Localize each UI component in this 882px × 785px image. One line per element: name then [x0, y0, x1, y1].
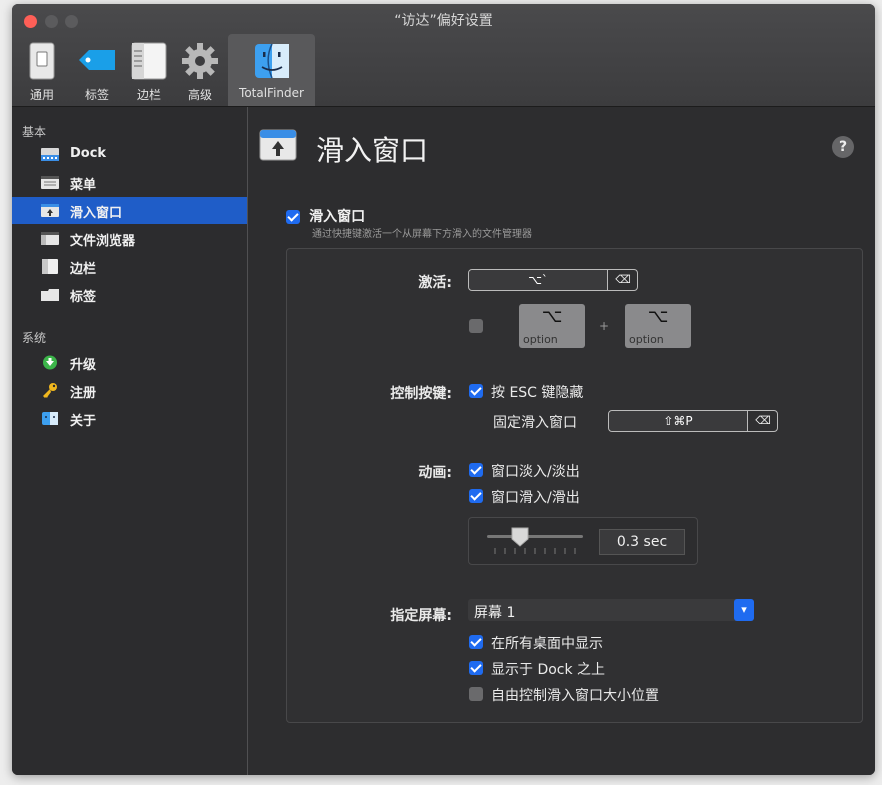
sidebar-icon: [42, 259, 58, 274]
toolbar-label: TotalFinder: [239, 86, 304, 100]
main-panel: 滑入窗口 ? 滑入窗口 通过快捷键激活一个从屏幕下方滑入的文件管理器 激活: ⌥…: [248, 107, 875, 775]
sidebar-item-tabs[interactable]: 标签: [12, 281, 247, 308]
general-switch-icon: [29, 42, 55, 80]
toolbar-tags[interactable]: 标签: [74, 34, 120, 106]
sidebar: 基本 Dock 菜单 滑入窗口 文件浏览器 边栏 标签 系统 升级 注册 关于: [12, 107, 248, 775]
sidebar-item-label: 文件浏览器: [70, 234, 136, 249]
key-icon: [43, 383, 57, 398]
duration-value-field[interactable]: 0.3 sec: [599, 529, 685, 555]
slide-checkbox[interactable]: [469, 489, 483, 503]
modifier-key-1[interactable]: ⌥ option: [519, 304, 585, 348]
window-title: “访达”偏好设置: [394, 13, 493, 29]
visor-window-icon: [41, 204, 59, 217]
duration-box: 0.3 sec: [468, 517, 698, 565]
activate-shortcut-field[interactable]: ⌥`: [469, 270, 608, 290]
control-keys-label: 控制按键:: [390, 386, 452, 402]
option-key-symbol: ⌥: [541, 306, 563, 327]
sidebar-icon: [131, 42, 167, 80]
chevron-down-icon[interactable]: ▾: [734, 599, 754, 621]
gear-icon: [182, 43, 218, 79]
option-key-label: option: [523, 333, 558, 346]
toolbar-label: 高级: [187, 88, 212, 102]
all-desktops-label: 在所有桌面中显示: [491, 636, 603, 652]
upgrade-icon: [43, 355, 57, 370]
slide-label: 窗口滑入/滑出: [491, 490, 580, 506]
plus-sign: +: [599, 319, 610, 333]
visor-description: 通过快捷键激活一个从屏幕下方滑入的文件管理器: [312, 229, 532, 240]
modifier-key-2[interactable]: ⌥ option: [625, 304, 691, 348]
sidebar-item-about[interactable]: 关于: [12, 405, 247, 432]
duration-slider-track[interactable]: [487, 535, 583, 538]
about-icon: [42, 412, 58, 425]
above-dock-checkbox[interactable]: [469, 661, 483, 675]
preferences-window: “访达”偏好设置 通用 标签 边栏 高级 TotalFinder 基本 Dock…: [12, 4, 875, 775]
titlebar: “访达”偏好设置 通用 标签 边栏 高级 TotalFinder: [12, 4, 875, 107]
pin-shortcut-field[interactable]: ⇧⌘P: [609, 411, 748, 431]
toolbar-sidebar[interactable]: 边栏: [128, 34, 170, 106]
double-tap-checkbox[interactable]: [469, 319, 483, 333]
sidebar-item-label: 边栏: [70, 262, 97, 277]
screen-select[interactable]: 屏幕 1 ▾: [468, 599, 754, 621]
screen-select-value: 屏幕 1: [474, 605, 516, 621]
toolbar-totalfinder[interactable]: TotalFinder: [228, 34, 315, 106]
sidebar-item-label: 滑入窗口: [70, 206, 123, 221]
page-title: 滑入窗口: [316, 134, 429, 167]
tab-folder-icon: [41, 289, 59, 301]
checkbox-checked[interactable]: [286, 209, 300, 224]
esc-hide-checkbox[interactable]: [469, 384, 483, 398]
sidebar-item-sidebar[interactable]: 边栏: [12, 253, 247, 280]
toolbar-label: 通用: [29, 88, 54, 102]
sidebar-item-menu[interactable]: 菜单: [12, 169, 247, 196]
sidebar-item-register[interactable]: 注册: [12, 377, 247, 404]
sidebar-item-browser[interactable]: 文件浏览器: [12, 225, 247, 252]
sidebar-item-label: 升级: [70, 358, 97, 373]
above-dock-label: 显示于 Dock 之上: [491, 662, 606, 678]
sidebar-section-system: 系统: [22, 331, 47, 345]
option-key-label: option: [629, 333, 664, 346]
sidebar-section-basic: 基本: [22, 125, 47, 139]
fade-checkbox[interactable]: [469, 463, 483, 477]
sidebar-item-label: 菜单: [70, 178, 97, 193]
sidebar-item-label: 标签: [70, 290, 97, 305]
visor-window-icon: [259, 129, 297, 161]
sidebar-item-label: Dock: [70, 146, 107, 161]
browser-icon: [41, 232, 59, 245]
toolbar-label: 标签: [84, 88, 109, 102]
visor-enable-label: 滑入窗口: [309, 209, 366, 225]
animation-label: 动画:: [418, 465, 452, 481]
duration-slider-ticks: [494, 548, 576, 554]
option-key-symbol: ⌥: [647, 306, 669, 327]
free-resize-checkbox[interactable]: [469, 687, 483, 701]
free-resize-label: 自由控制滑入窗口大小位置: [491, 688, 659, 704]
screen-label: 指定屏幕:: [390, 608, 452, 624]
fade-label: 窗口淡入/淡出: [491, 464, 580, 480]
sidebar-item-label: 关于: [70, 414, 97, 429]
sidebar-item-dock[interactable]: Dock: [12, 141, 247, 168]
tag-icon: [79, 50, 115, 70]
activate-label: 激活:: [418, 275, 452, 291]
visor-enable-checkbox[interactable]: 滑入窗口: [286, 206, 365, 226]
duration-slider-thumb[interactable]: [511, 527, 529, 547]
toolbar-general[interactable]: 通用: [22, 34, 62, 106]
menu-icon: [41, 176, 59, 189]
all-desktops-checkbox[interactable]: [469, 635, 483, 649]
esc-hide-label: 按 ESC 键隐藏: [491, 385, 584, 401]
sidebar-item-label: 注册: [70, 386, 97, 401]
sidebar-item-upgrade[interactable]: 升级: [12, 349, 247, 376]
sidebar-item-visor[interactable]: 滑入窗口: [12, 197, 247, 224]
clear-shortcut-icon[interactable]: ⌫: [749, 411, 777, 431]
dock-icon: [41, 148, 59, 161]
clear-shortcut-icon[interactable]: ⌫: [609, 270, 637, 290]
finder-icon: [254, 43, 289, 79]
toolbar-label: 边栏: [136, 88, 161, 102]
pin-shortcut-recorder[interactable]: ⇧⌘P ⌫: [608, 410, 778, 432]
activate-shortcut-recorder[interactable]: ⌥` ⌫: [468, 269, 638, 291]
pin-visor-label: 固定滑入窗口: [493, 415, 577, 431]
toolbar-advanced[interactable]: 高级: [178, 34, 222, 106]
help-button[interactable]: ?: [832, 136, 854, 158]
